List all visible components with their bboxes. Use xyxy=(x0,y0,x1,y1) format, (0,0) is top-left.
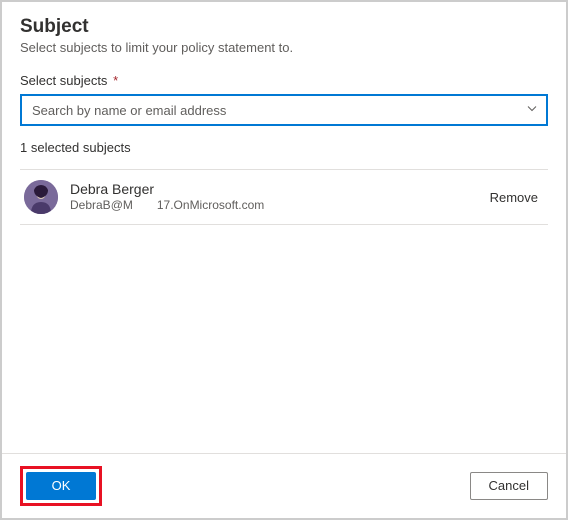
ok-button[interactable]: OK xyxy=(26,472,96,500)
list-item-name: Debra Berger xyxy=(70,180,472,198)
selected-list: Debra Berger DebraB@M17.OnMicrosoft.com … xyxy=(20,169,548,225)
list-item-email: DebraB@M 17.OnMicrosoft.com xyxy=(70,198,472,214)
field-label-text: Select subjects xyxy=(20,73,107,88)
select-subjects-label: Select subjects * xyxy=(20,73,548,88)
selected-count: 1 selected subjects xyxy=(20,140,548,155)
email-part2: 17.OnMicrosoft.com xyxy=(157,198,264,212)
cancel-button[interactable]: Cancel xyxy=(470,472,548,500)
required-asterisk: * xyxy=(113,73,118,88)
email-part1: DebraB@M xyxy=(70,198,133,212)
page-title: Subject xyxy=(20,16,548,38)
search-input[interactable] xyxy=(20,94,548,126)
search-combobox[interactable] xyxy=(20,94,548,126)
list-item-text: Debra Berger DebraB@M 17.OnMicrosoft.com xyxy=(70,180,472,214)
avatar xyxy=(24,180,58,214)
list-item: Debra Berger DebraB@M17.OnMicrosoft.com … xyxy=(20,170,548,225)
ok-highlight: OK xyxy=(20,466,102,506)
dialog-footer: OK Cancel xyxy=(2,453,566,518)
remove-button[interactable]: Remove xyxy=(484,186,544,209)
page-subtitle: Select subjects to limit your policy sta… xyxy=(20,40,548,55)
